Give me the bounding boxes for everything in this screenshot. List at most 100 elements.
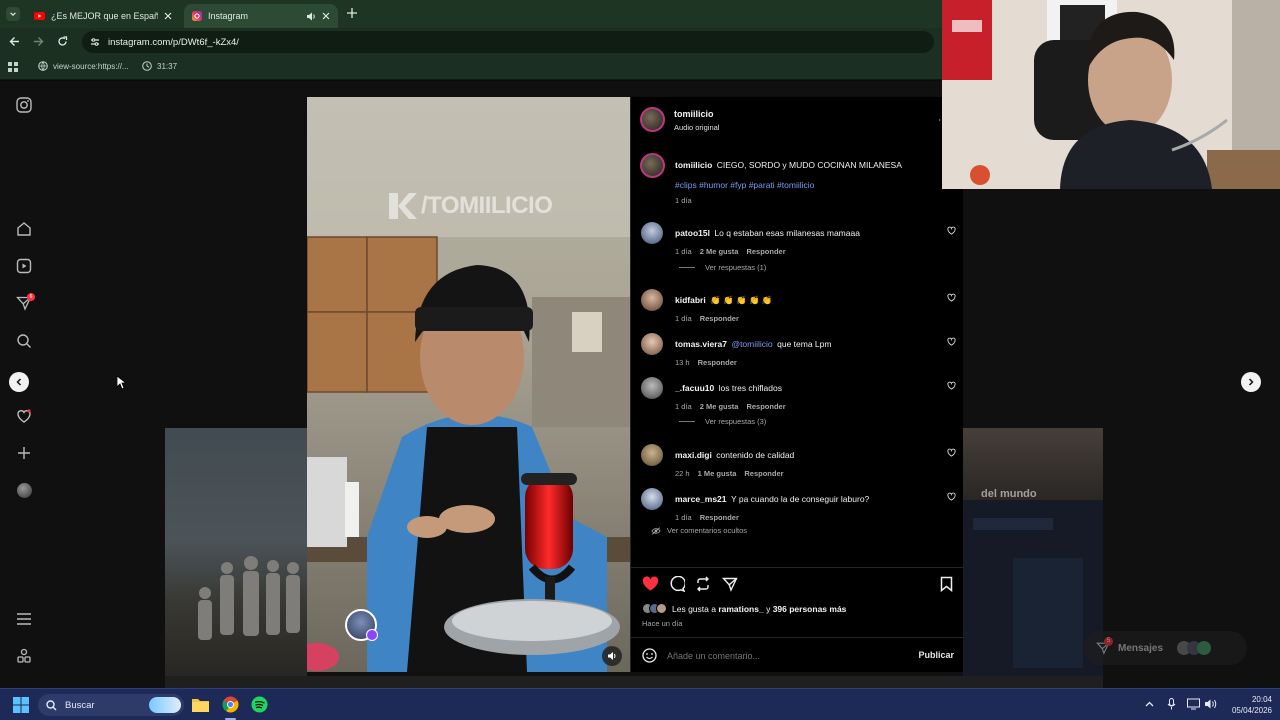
comment-username[interactable]: kidfabri [675, 295, 706, 305]
share-icon[interactable] [722, 576, 738, 592]
speaker-icon[interactable] [306, 12, 316, 21]
create-plus-icon[interactable] [14, 443, 34, 463]
reply-button[interactable]: Responder [700, 314, 739, 323]
site-info-icon[interactable] [90, 37, 100, 47]
reply-button[interactable]: Responder [744, 469, 783, 478]
comment-username[interactable]: marce_ms21 [675, 494, 727, 504]
author-avatar[interactable] [640, 107, 665, 132]
caption-hashtags[interactable]: #clips #humor #fyp #parati #tomiilicio [675, 180, 814, 190]
home-icon[interactable] [14, 219, 34, 239]
reply-button[interactable]: Responder [700, 513, 739, 522]
comment-username[interactable]: patoo15l [675, 228, 710, 238]
background-post-thumbnail-right[interactable]: del mundo [963, 428, 1103, 676]
back-icon[interactable] [9, 36, 20, 47]
comment-input[interactable] [667, 647, 907, 664]
tab-youtube[interactable]: ¿Es MEJOR que en España? esu [26, 4, 180, 28]
comment-time: 13 h [675, 358, 690, 367]
notifications-heart-icon[interactable] [14, 406, 34, 426]
comment-item: kidfabri 👏 👏 👏 👏 👏 1 día Responder [631, 287, 964, 331]
url-field[interactable]: instagram.com/p/DWt6f_-kZx4/ [82, 31, 934, 53]
commenter-avatar[interactable] [641, 289, 663, 311]
comment-username[interactable]: tomas.viera7 [675, 339, 727, 349]
bookmark-view-source[interactable]: view-source:https://... [38, 61, 129, 71]
emoji-icon[interactable] [642, 648, 657, 663]
browser-tab-strip: ¿Es MEJOR que en España? esu Instagram [0, 0, 942, 28]
menu-hamburger-icon[interactable] [14, 609, 34, 629]
repost-icon[interactable] [695, 576, 711, 592]
likes-user[interactable]: ramations_ [718, 604, 763, 614]
taskbar-search-box[interactable]: Buscar [38, 694, 184, 716]
likes-summary[interactable]: Les gusta a ramations_ y 396 personas má… [642, 603, 846, 614]
reply-button[interactable]: Responder [698, 358, 737, 367]
comment-likes[interactable]: 2 Me gusta [700, 247, 739, 256]
caption-author-avatar[interactable] [640, 153, 665, 178]
comment-username[interactable]: _.facuu10 [675, 383, 714, 393]
comment-mention[interactable]: @tomiilicio [731, 339, 772, 349]
comment-text: los tres chiflados [718, 383, 782, 393]
instagram-logo-icon[interactable] [14, 95, 34, 115]
view-replies-button[interactable]: Ver respuestas (3) [679, 417, 766, 426]
clock[interactable]: 20:04 05/04/2026 [1226, 694, 1272, 716]
author-username[interactable]: tomiilicio [674, 109, 714, 119]
audio-label[interactable]: Audio original [674, 123, 719, 132]
like-comment-heart-icon[interactable] [947, 448, 956, 457]
reply-button[interactable]: Responder [746, 247, 785, 256]
publish-button[interactable]: Publicar [918, 650, 954, 660]
chrome-icon[interactable] [222, 696, 239, 713]
commenter-avatar[interactable] [641, 488, 663, 510]
tab-instagram[interactable]: Instagram [184, 4, 338, 28]
like-comment-heart-icon[interactable] [947, 381, 956, 390]
reload-icon[interactable] [57, 36, 68, 47]
network-icon[interactable] [1187, 698, 1200, 710]
close-tab-icon[interactable] [322, 12, 330, 20]
like-comment-heart-icon[interactable] [947, 226, 956, 235]
mute-button[interactable] [602, 646, 622, 666]
liked-heart-icon[interactable] [642, 576, 659, 592]
file-explorer-icon[interactable] [192, 697, 209, 712]
next-post-button[interactable] [1241, 372, 1261, 392]
like-comment-heart-icon[interactable] [947, 492, 956, 501]
reel-video-player[interactable]: /TOMIILICIO [307, 97, 630, 672]
save-bookmark-icon[interactable] [940, 576, 953, 592]
like-comment-heart-icon[interactable] [947, 293, 956, 302]
hidden-comments-button[interactable]: Ver comentarios ocultos [651, 526, 747, 535]
caption-username[interactable]: tomiilicio [675, 160, 712, 170]
previous-post-button[interactable] [9, 372, 29, 392]
microphone-icon[interactable] [1167, 698, 1176, 710]
tab-search-chevron-icon[interactable] [6, 7, 20, 21]
commenter-avatar[interactable] [641, 333, 663, 355]
apps-grid-icon[interactable] [8, 62, 18, 72]
spotify-icon[interactable] [251, 696, 268, 713]
commenter-avatar[interactable] [641, 222, 663, 244]
volume-icon[interactable] [1204, 698, 1217, 710]
forward-icon[interactable] [33, 36, 44, 47]
commenter-avatar[interactable] [641, 444, 663, 466]
more-apps-icon[interactable] [14, 646, 34, 666]
comment-likes[interactable]: 1 Me gusta [698, 469, 737, 478]
comment-username[interactable]: maxi.digi [675, 450, 712, 460]
search-icon[interactable] [14, 331, 34, 351]
new-tab-icon[interactable] [347, 8, 357, 18]
messages-pill[interactable]: 5 Mensajes [1084, 631, 1247, 665]
kitchen-video-frame [307, 97, 630, 672]
comment-icon[interactable] [669, 576, 685, 592]
bookmark-timer[interactable]: 31:37 [142, 61, 177, 71]
view-replies-button[interactable]: Ver respuestas (1) [679, 263, 766, 272]
windows-start-icon[interactable] [13, 697, 29, 713]
caption-text: CIEGO, SORDO y MUDO COCINAN MILANESA [716, 160, 902, 170]
comment-likes[interactable]: 2 Me gusta [700, 402, 739, 411]
reply-button[interactable]: Responder [746, 402, 785, 411]
address-bar-row: instagram.com/p/DWt6f_-kZx4/ [0, 28, 942, 56]
messages-badge: 5 [1104, 637, 1113, 646]
bookmarks-bar: view-source:https://... 31:37 [0, 56, 942, 80]
background-post-thumbnail-left[interactable] [165, 428, 307, 676]
webcam-overlay [942, 0, 1280, 189]
reels-icon[interactable] [14, 256, 34, 276]
profile-avatar[interactable] [14, 480, 34, 500]
show-hidden-icons-chevron-icon[interactable] [1145, 701, 1154, 707]
comment-item: patoo15l Lo q estaban esas milanesas mam… [631, 220, 964, 264]
likes-count[interactable]: 396 personas más [773, 604, 847, 614]
close-tab-icon[interactable] [164, 12, 172, 20]
like-comment-heart-icon[interactable] [947, 337, 956, 346]
commenter-avatar[interactable] [641, 377, 663, 399]
